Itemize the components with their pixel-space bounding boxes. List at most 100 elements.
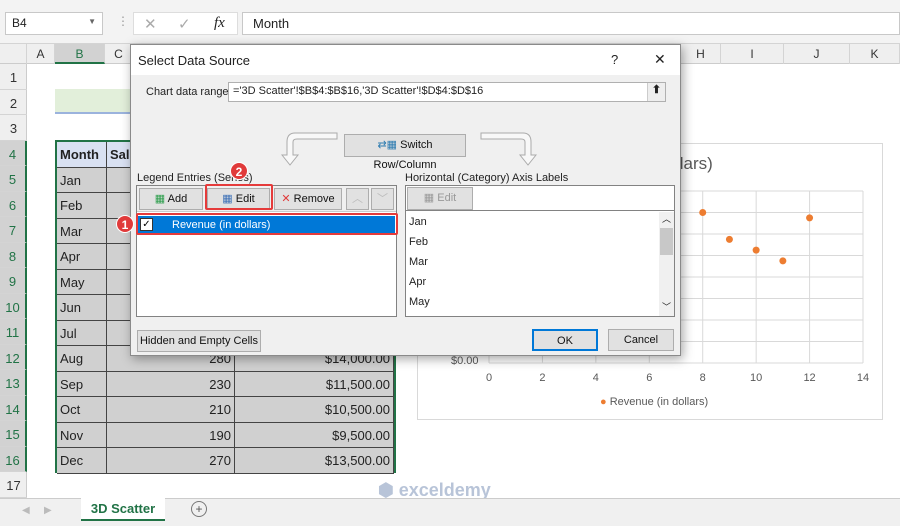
next-sheet-icon[interactable]: ▶ xyxy=(44,505,52,516)
data-point xyxy=(699,209,707,216)
col-header[interactable]: A xyxy=(27,44,55,64)
move-up-button[interactable]: ︿ xyxy=(346,188,369,210)
move-down-button[interactable]: ﹀ xyxy=(371,188,394,210)
row-header[interactable]: 3 xyxy=(0,115,27,141)
table-cell[interactable]: May xyxy=(57,269,107,295)
table-cell[interactable]: Nov xyxy=(57,422,107,448)
grip-icon: ⋮ xyxy=(117,14,129,28)
scrollbar[interactable]: ︿ ﹀ xyxy=(659,212,674,316)
row-header[interactable]: 1 xyxy=(0,64,27,90)
axis-item[interactable]: May xyxy=(409,296,430,308)
ok-button[interactable]: OK xyxy=(532,329,598,351)
x-icon[interactable]: ✕ xyxy=(144,15,157,33)
row-header[interactable]: 9 xyxy=(0,268,27,294)
table-cell[interactable]: Month xyxy=(57,142,107,168)
sheet-tab-3d-scatter[interactable]: 3D Scatter xyxy=(81,498,165,521)
row-header[interactable]: 15 xyxy=(0,421,27,447)
select-data-source-dialog: Select Data Source ? ✕ Chart data range:… xyxy=(130,44,681,356)
ok-label: OK xyxy=(557,335,573,347)
scroll-up-icon[interactable]: ︿ xyxy=(662,212,671,225)
edit-table-icon: ▦ xyxy=(423,192,435,204)
add-sheet-icon[interactable]: + xyxy=(191,501,207,517)
table-cell[interactable]: Mar xyxy=(57,218,107,244)
table-cell[interactable]: $10,500.00 xyxy=(235,397,394,423)
title-cell[interactable] xyxy=(55,89,135,114)
table-cell[interactable]: $11,500.00 xyxy=(235,371,394,397)
range-value: ='3D Scatter'!$B$4:$B$16,'3D Scatter'!$D… xyxy=(233,85,484,97)
col-header[interactable]: H xyxy=(681,44,721,64)
table-cell[interactable]: Jun xyxy=(57,295,107,321)
data-point xyxy=(725,235,733,243)
row-header[interactable]: 11 xyxy=(0,319,27,345)
table-cell[interactable]: 210 xyxy=(107,397,235,423)
select-all[interactable] xyxy=(0,44,27,64)
row-header[interactable]: 8 xyxy=(0,242,27,268)
table-cell[interactable]: Apr xyxy=(57,244,107,270)
table-cell[interactable]: Feb xyxy=(57,193,107,219)
y-tick-label: $0.00 xyxy=(451,355,479,367)
axis-labels-label: Horizontal (Category) Axis Labels xyxy=(405,172,569,184)
table-cell[interactable]: Oct xyxy=(57,397,107,423)
fx-icon[interactable]: fx xyxy=(214,15,225,32)
axis-item[interactable]: Mar xyxy=(409,256,428,268)
remove-x-icon: ✕ xyxy=(281,193,291,205)
row-header[interactable]: 10 xyxy=(0,293,27,319)
axis-edit-label: Edit xyxy=(437,192,457,204)
data-point xyxy=(779,257,787,265)
table-cell[interactable]: Sep xyxy=(57,371,107,397)
col-header[interactable]: J xyxy=(784,44,850,64)
cancel-button[interactable]: Cancel xyxy=(608,329,674,351)
arrow-right-icon xyxy=(480,132,537,166)
table-cell[interactable]: Dec xyxy=(57,448,107,474)
table-cell[interactable]: Aug xyxy=(57,346,107,372)
col-header[interactable]: I xyxy=(721,44,784,64)
table-cell[interactable]: 270 xyxy=(107,448,235,474)
row-header[interactable]: 2 xyxy=(0,90,27,115)
switch-row-column-button[interactable]: ⇄▦ Switch Row/Column xyxy=(344,134,466,171)
row-header[interactable]: 13 xyxy=(0,370,27,396)
add-series-button[interactable]: ▦ Add xyxy=(139,188,203,210)
scroll-down-icon[interactable]: ﹀ xyxy=(662,300,671,313)
col-header[interactable]: B xyxy=(55,44,105,64)
col-header[interactable]: C xyxy=(105,44,133,64)
scroll-thumb[interactable] xyxy=(660,228,673,255)
axis-item[interactable]: Feb xyxy=(409,236,428,248)
axis-labels-list: ▦ Edit Jan Feb Mar Apr May ︿ ﹀ xyxy=(405,185,675,317)
x-tick-label: 6 xyxy=(646,372,652,384)
table-cell[interactable]: Jan xyxy=(57,167,107,193)
table-cell[interactable]: 190 xyxy=(107,422,235,448)
row-header[interactable]: 4 xyxy=(0,140,27,166)
highlight-edit xyxy=(205,184,273,210)
row-header[interactable]: 16 xyxy=(0,446,27,472)
name-box[interactable]: B4 ▼ xyxy=(5,12,103,35)
check-icon[interactable]: ✓ xyxy=(178,15,191,33)
table-cell[interactable]: 230 xyxy=(107,371,235,397)
step-badge-2: 2 xyxy=(230,162,248,180)
help-button[interactable]: ? xyxy=(611,52,618,67)
row-header[interactable]: 14 xyxy=(0,395,27,421)
col-header[interactable]: K xyxy=(850,44,900,64)
chart-legend: ● Revenue (in dollars) xyxy=(600,396,708,408)
table-cell[interactable]: Jul xyxy=(57,320,107,346)
axis-item[interactable]: Apr xyxy=(409,276,426,288)
chart-data-range-input[interactable]: ='3D Scatter'!$B$4:$B$16,'3D Scatter'!$D… xyxy=(228,82,666,102)
switch-icon: ⇄▦ xyxy=(377,139,398,151)
prev-sheet-icon[interactable]: ◀ xyxy=(22,505,30,516)
x-tick-label: 14 xyxy=(857,372,869,384)
row-header[interactable]: 12 xyxy=(0,344,27,370)
row-header[interactable]: 7 xyxy=(0,217,27,243)
cancel-label: Cancel xyxy=(623,334,659,346)
legend-marker-icon: ● xyxy=(600,396,607,408)
close-button[interactable]: ✕ xyxy=(654,51,666,68)
remove-series-button[interactable]: ✕ Remove xyxy=(274,188,342,210)
edit-axis-button[interactable]: ▦ Edit xyxy=(407,187,473,210)
axis-item[interactable]: Jan xyxy=(409,216,427,228)
table-cell[interactable]: $9,500.00 xyxy=(235,422,394,448)
formula-input[interactable]: Month xyxy=(242,12,900,35)
collapse-dialog-icon[interactable]: ⬆ xyxy=(647,83,665,101)
hidden-empty-cells-button[interactable]: Hidden and Empty Cells xyxy=(137,330,261,352)
row-header[interactable]: 17 xyxy=(0,472,27,498)
row-header[interactable]: 5 xyxy=(0,166,27,192)
table-cell[interactable]: $13,500.00 xyxy=(235,448,394,474)
row-header[interactable]: 6 xyxy=(0,191,27,217)
